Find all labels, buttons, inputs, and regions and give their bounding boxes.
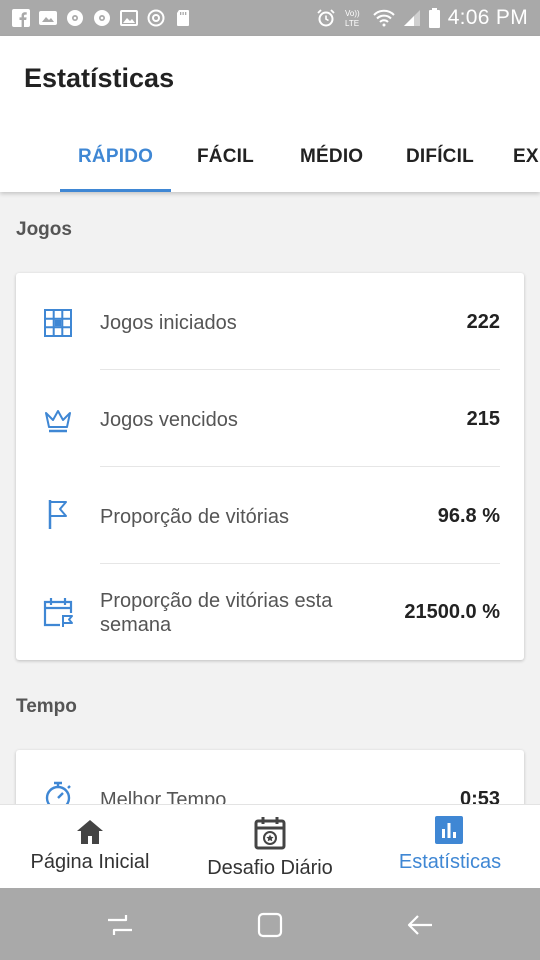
page-title: Estatísticas (24, 63, 175, 93)
grid-icon (44, 309, 72, 337)
calendar-star-icon (254, 817, 286, 850)
calendar-flag-icon (43, 598, 73, 627)
tab-expert[interactable]: EXPERT (513, 146, 540, 168)
bar-chart-icon (435, 816, 463, 844)
stat-value: 222 (466, 311, 500, 333)
status-bar: Vo)) LTE 4:06 PM (0, 0, 540, 36)
nav-daily-challenge[interactable]: Desafio Diário (180, 805, 360, 889)
stat-row-weekly-win-rate: Proporção de vitórias esta semana 21500.… (16, 564, 524, 660)
active-tab-indicator (60, 189, 171, 192)
stopwatch-icon (45, 781, 71, 804)
stat-value: 0:53 (459, 788, 500, 804)
svg-text:LTE: LTE (345, 19, 359, 28)
stat-row-games-won: Jogos vencidos 215 (16, 370, 524, 467)
system-status-icons: Vo)) LTE 4:06 PM (317, 6, 528, 30)
stats-content[interactable]: Jogos Jogos iniciados 222 Jogos vencidos… (0, 192, 540, 804)
section-title-tempo: Tempo (16, 696, 77, 717)
stat-label: Jogos vencidos (100, 409, 238, 431)
nav-home[interactable]: Página Inicial (0, 805, 180, 889)
battery-icon (428, 8, 440, 28)
chrome-icon (147, 9, 165, 27)
podcast-icon (67, 10, 83, 26)
nav-statistics[interactable]: Estatísticas (360, 805, 540, 889)
nav-label: Desafio Diário (207, 857, 333, 879)
tab-rapido[interactable]: RÁPIDO (78, 146, 153, 168)
stat-value: 21500.0 % (404, 601, 500, 623)
flag-icon (48, 500, 67, 529)
stat-value: 215 (466, 408, 500, 430)
stat-row-best-time: Melhor Tempo 0:53 (16, 750, 524, 804)
volte-icon: Vo))LTE (345, 9, 360, 28)
tab-medio[interactable]: MÉDIO (300, 146, 363, 168)
stat-value: 96.8 % (437, 505, 500, 527)
wifi-icon (372, 9, 395, 27)
nav-label: Página Inicial (30, 851, 150, 873)
difficulty-tabs: RÁPIDO FÁCIL MÉDIO DIFÍCIL EXPERT (0, 136, 540, 192)
stat-label: Proporção de vitórias (100, 506, 289, 528)
stat-label: Melhor Tempo (100, 789, 227, 804)
nav-label: Estatísticas (398, 851, 502, 873)
stat-label: Jogos iniciados (100, 312, 237, 334)
section-title-jogos: Jogos (16, 219, 72, 240)
stat-row-win-rate: Proporção de vitórias 96.8 % (16, 467, 524, 564)
stat-label: Proporção de vitórias esta semana (100, 590, 333, 636)
tab-facil[interactable]: FÁCIL (197, 146, 254, 168)
status-time: 4:06 PM (447, 6, 528, 29)
time-card: Melhor Tempo 0:53 (16, 750, 524, 804)
back-icon[interactable] (405, 910, 435, 940)
recent-apps-icon[interactable] (105, 910, 135, 940)
facebook-icon (12, 9, 30, 27)
stat-row-games-started: Jogos iniciados 222 (16, 273, 524, 370)
image-icon (120, 10, 138, 26)
home-button-icon[interactable] (255, 910, 285, 940)
signal-icon (403, 10, 420, 26)
home-icon (77, 820, 103, 844)
app-bar: Estatísticas RÁPIDO FÁCIL MÉDIO DIFÍCIL … (0, 36, 540, 192)
notification-icons (12, 9, 192, 27)
system-navigation-bar (0, 888, 540, 960)
podcast-icon (94, 10, 110, 26)
svg-text:Vo)): Vo)) (345, 9, 360, 18)
bottom-navigation: Página Inicial Desafio Diário Estatístic… (0, 804, 540, 888)
tab-dificil[interactable]: DIFÍCIL (406, 146, 474, 168)
gallery-icon (39, 11, 57, 25)
crown-icon (45, 410, 71, 433)
sd-card-icon (177, 10, 189, 26)
games-card: Jogos iniciados 222 Jogos vencidos 215 P… (16, 273, 524, 660)
alarm-icon (317, 9, 335, 27)
